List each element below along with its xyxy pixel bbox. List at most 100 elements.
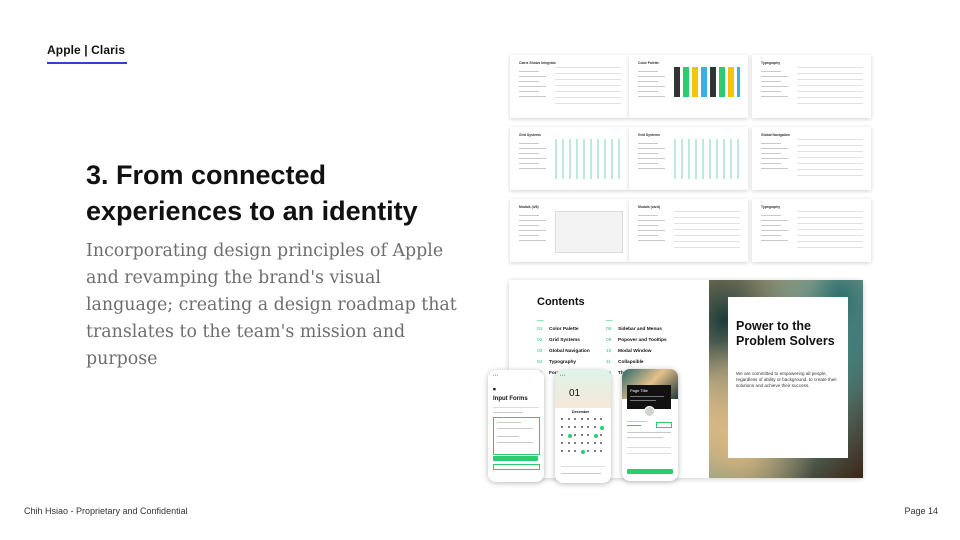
thumbnail-text-line	[519, 86, 546, 87]
thumbnail-content-block	[674, 139, 740, 179]
thumbnail-text-line	[761, 235, 781, 236]
toc-number: 11	[606, 360, 611, 365]
submit-button	[493, 456, 538, 461]
calendar-day-cell	[580, 418, 583, 421]
thumbnail-text-line	[761, 163, 781, 164]
thumbnail-text-line	[519, 76, 546, 77]
text-line	[497, 442, 533, 443]
thumbnail-content-block	[674, 211, 740, 251]
toc-number: 02	[537, 338, 543, 343]
toc-item: 02 Grid Systems	[537, 338, 580, 343]
divider	[627, 447, 671, 448]
thumbnail-text-line	[638, 240, 665, 241]
toc-number: 10	[606, 349, 612, 354]
calendar-day-cell	[587, 418, 590, 421]
text-line	[561, 473, 601, 474]
toc-number: 01	[537, 327, 543, 332]
page-title: Page Title	[630, 388, 648, 393]
thumbnail-text-line	[638, 81, 658, 82]
footer-confidentiality: Chih Hsiao - Proprietary and Confidentia…	[24, 506, 188, 516]
thumbnail-text-line	[761, 81, 781, 82]
toc-label: Global Navigation	[549, 349, 590, 354]
thumbnail-text-line	[761, 240, 788, 241]
toc-item: 01 Color Palette	[537, 327, 579, 332]
toc-item: 04 Typography	[537, 360, 576, 365]
thumbnail-slide: Claris Shows Integrato	[510, 55, 629, 118]
thumbnail-text-line	[638, 71, 658, 72]
thumbnail-text-line	[761, 153, 781, 154]
calendar-day-cell	[574, 450, 577, 453]
thumbnail-text-line	[519, 143, 539, 144]
calendar-day-cell	[567, 434, 572, 438]
thumbnail-slide: Grid Systems	[510, 127, 629, 190]
calendar-day-cell	[574, 426, 577, 429]
text-line	[497, 428, 533, 429]
thumbnail-text-line	[519, 230, 546, 231]
toc-number: 03	[537, 349, 543, 354]
thumbnail-text-line	[519, 220, 546, 221]
thumbnail-slide: Typography	[752, 55, 871, 118]
toc-item: 10 Modal Window	[606, 349, 652, 354]
app-logo: ◼	[493, 387, 496, 391]
thumbnail-text-line	[519, 153, 539, 154]
thumbnail-text-line	[638, 225, 658, 226]
divider	[561, 466, 605, 467]
thumbnail-text-line	[761, 215, 781, 216]
thumbnail-text-line	[519, 235, 539, 236]
calendar-day-cell	[580, 434, 583, 437]
calendar-day-cell	[593, 434, 598, 438]
toc-left-header-bar: ━━━	[537, 319, 544, 323]
calendar-day-cell	[587, 426, 590, 429]
calendar-day-cell	[574, 434, 577, 437]
calendar-day-cell	[593, 426, 596, 429]
phone-page: Page Title	[622, 369, 678, 481]
contents-title: Contents	[537, 296, 585, 308]
calendar-day-cell	[600, 426, 604, 430]
thumbnail-text-line	[761, 96, 788, 97]
calendar-day-cell	[580, 426, 583, 429]
toc-number: 04	[537, 360, 543, 365]
thumbnail-label: Global Navigation	[761, 133, 790, 137]
hero-body: We are committed to empowering all peopl…	[736, 371, 837, 388]
thumbnail-label: Claris Shows Integrato	[519, 61, 556, 65]
calendar-day-cell	[587, 442, 590, 445]
thumbnail-text-line	[519, 163, 539, 164]
slide-body: Incorporating design principles of Apple…	[86, 241, 457, 369]
calendar-day-cell	[574, 442, 577, 445]
thumbnail-slide: Grid Systems	[629, 127, 748, 190]
thumbnail-text-line	[761, 76, 788, 77]
link-line	[627, 425, 641, 426]
calendar-day-cell	[587, 450, 590, 453]
calendar-day-cell	[561, 426, 564, 429]
thumbnail-text-line	[638, 96, 665, 97]
calendar-day-cell	[600, 418, 603, 421]
text-line	[630, 400, 656, 401]
thumbnail-content-block	[797, 67, 863, 107]
form-field-group	[493, 417, 540, 455]
thumbnail-text-line	[519, 240, 546, 241]
thumbnail-text-line	[519, 225, 539, 226]
thumbnail-text-line	[638, 153, 658, 154]
thumbnail-slide: Modals (4/6)	[510, 199, 629, 262]
text-line	[497, 422, 521, 423]
status-bar: ▪ ▪ ▪	[560, 373, 565, 377]
toc-label: Color Palette	[549, 327, 579, 332]
thumbnail-text-line	[638, 168, 665, 169]
calendar-day-cell	[580, 450, 585, 454]
calendar-day-cell	[561, 434, 564, 437]
thumbnail-label: Modals (4/6)	[519, 205, 539, 209]
calendar-day-cell	[567, 450, 570, 453]
phone-title: Input Forms	[493, 396, 528, 402]
toc-item: 03 Global Navigation	[537, 349, 590, 354]
thumbnail-text-line	[761, 71, 781, 72]
toc-label: Grid Systems	[549, 338, 580, 343]
thumbnail-text-line	[761, 225, 781, 226]
thumbnail-text-line	[519, 215, 539, 216]
toc-item: 08 Sidebar and Menus	[606, 327, 662, 332]
thumbnail-text-line	[519, 158, 546, 159]
calendar-day-cell	[567, 442, 570, 445]
text-line	[627, 432, 671, 433]
thumbnail-text-line	[761, 148, 788, 149]
calendar-day-cell	[567, 426, 570, 429]
thumbnail-text-line	[519, 91, 539, 92]
